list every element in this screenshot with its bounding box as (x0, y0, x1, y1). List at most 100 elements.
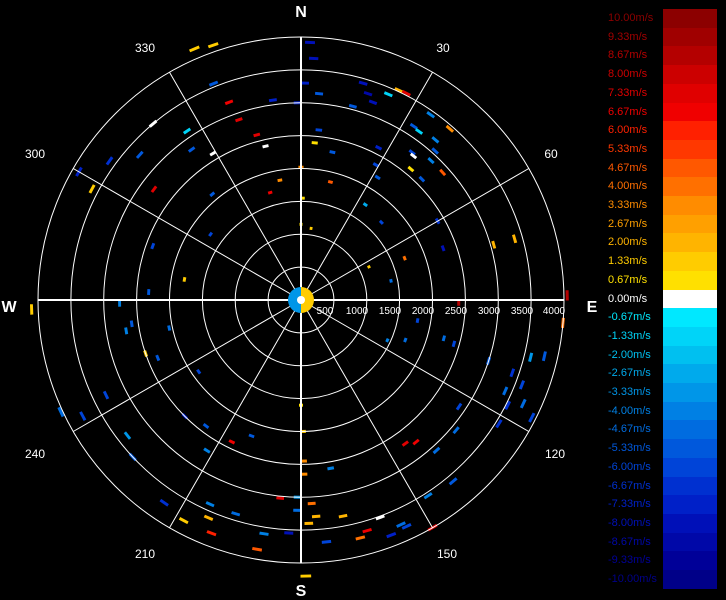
colorbar-label: -6.00m/s (608, 460, 651, 473)
colorbar-swatch (663, 65, 717, 85)
colorbar-swatch (663, 420, 717, 440)
velocity-cell (300, 574, 312, 578)
velocity-cell (415, 318, 420, 324)
velocity-cell (167, 325, 172, 331)
colorbar-swatch (663, 233, 717, 253)
azimuth-label-150: 150 (437, 547, 457, 561)
colorbar-label: -5.33m/s (608, 442, 651, 455)
velocity-cell (512, 234, 518, 244)
colorbar-swatch (663, 364, 717, 384)
velocity-cell (123, 431, 132, 440)
azimuth-spoke (300, 299, 530, 432)
velocity-cell (491, 240, 497, 249)
velocity-cell (509, 368, 516, 378)
colorbar-label: 2.00m/s (608, 236, 648, 249)
velocity-cell (385, 338, 390, 343)
velocity-cell (502, 386, 509, 396)
velocity-cell (311, 141, 318, 145)
colorbar-swatch (663, 326, 717, 347)
colorbar-label: 7.33m/s (608, 86, 648, 99)
colorbar-swatch (663, 383, 717, 403)
velocity-cell (445, 124, 455, 133)
velocity-cell (304, 521, 314, 525)
colorbar-label: 0.67m/s (608, 273, 648, 286)
colorbar-swatch (663, 196, 717, 216)
colorbar-swatch (663, 102, 717, 122)
colorbar-swatch (663, 401, 717, 421)
velocity-cell (565, 290, 569, 301)
colorbar-swatch (663, 532, 717, 552)
velocity-cell (307, 501, 316, 506)
colorbar-label: 0.00m/s (608, 292, 648, 305)
velocity-cell (206, 530, 217, 537)
velocity-cell (423, 492, 433, 500)
colorbar-label: -1.33m/s (608, 329, 651, 342)
velocity-cell (305, 40, 315, 45)
velocity-cell (402, 255, 407, 261)
range-label-2500: 2500 (445, 306, 468, 317)
velocity-cell (455, 402, 463, 411)
velocity-cell (383, 91, 393, 98)
azimuth-label-330: 330 (135, 41, 155, 55)
colorbar-label: 6.67m/s (608, 105, 648, 118)
velocity-cell (431, 136, 440, 144)
colorbar-swatch (663, 495, 717, 515)
velocity-cell (203, 447, 211, 454)
velocity-cell (355, 535, 366, 541)
colorbar-swatch (663, 27, 717, 47)
colorbar-swatch (663, 513, 717, 534)
velocity-cell (329, 150, 336, 155)
velocity-cell (327, 466, 335, 471)
velocity-cell (129, 320, 134, 328)
velocity-cell (79, 411, 87, 421)
velocity-cell (259, 531, 269, 536)
velocity-cell (207, 42, 219, 49)
azimuth-label-60: 60 (544, 147, 558, 161)
velocity-cell (124, 327, 129, 335)
velocity-cell (407, 165, 415, 173)
velocity-cell (208, 231, 213, 237)
velocity-cell (159, 498, 169, 507)
range-label-3000: 3000 (478, 306, 501, 317)
colorbar-swatch (663, 214, 717, 234)
radar-site-marker (297, 296, 305, 304)
velocity-cell (418, 175, 426, 183)
colorbar-swatch (663, 121, 717, 141)
velocity-cell (228, 439, 236, 445)
velocity-cell (205, 501, 215, 508)
velocity-cell (196, 368, 202, 375)
velocity-cell (338, 513, 348, 519)
velocity-cell (348, 103, 357, 109)
velocity-cell (248, 433, 255, 439)
velocity-cell (189, 45, 200, 53)
colorbar-label: 8.67m/s (608, 49, 648, 62)
velocity-cell (367, 264, 371, 269)
velocity-cell (309, 226, 313, 230)
range-label-1500: 1500 (379, 306, 402, 317)
colorbar-label: 3.33m/s (608, 199, 648, 211)
velocity-cell (252, 547, 263, 552)
velocity-cell (439, 168, 447, 177)
velocity-cell (386, 532, 397, 539)
colorbar-swatch (663, 139, 717, 160)
range-label-3500: 3500 (511, 306, 534, 317)
colorbar-label: -4.67m/s (608, 423, 651, 436)
azimuth-spoke (300, 71, 433, 301)
velocity-cell (541, 351, 547, 362)
colorbar-label: 1.33m/s (608, 255, 648, 268)
velocity-cell (311, 514, 321, 519)
velocity-cell (187, 146, 196, 153)
colorbar-label: 4.00m/s (608, 180, 648, 193)
azimuth-spoke (169, 71, 302, 301)
colorbar-label: 4.67m/s (608, 161, 648, 174)
velocity-cell (277, 178, 283, 183)
velocity-cell (441, 335, 446, 342)
velocity-cell (150, 242, 156, 250)
colorbar-swatch (663, 158, 717, 178)
velocity-cell (147, 289, 151, 295)
colorbar-label: -6.67m/s (608, 479, 651, 492)
range-label-1000: 1000 (346, 306, 369, 317)
velocity-cell (451, 340, 457, 348)
velocity-cell (321, 539, 332, 544)
colorbar-swatch (663, 270, 717, 291)
